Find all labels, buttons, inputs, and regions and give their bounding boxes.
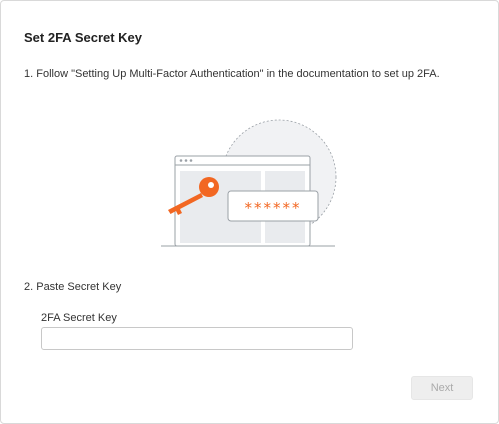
dialog-title: Set 2FA Secret Key [24,30,143,45]
masked-password-text: ****** [245,199,302,217]
step-2-instruction: 2. Paste Secret Key [24,281,122,293]
secret-key-input[interactable] [41,327,353,350]
step-1-instruction: 1. Follow "Setting Up Multi-Factor Authe… [24,68,440,80]
next-button[interactable]: Next [411,376,473,400]
key-password-illustration: ****** [161,119,337,247]
set-2fa-dialog: Set 2FA Secret Key 1. Follow "Setting Up… [0,0,499,424]
secret-key-label: 2FA Secret Key [41,312,117,324]
